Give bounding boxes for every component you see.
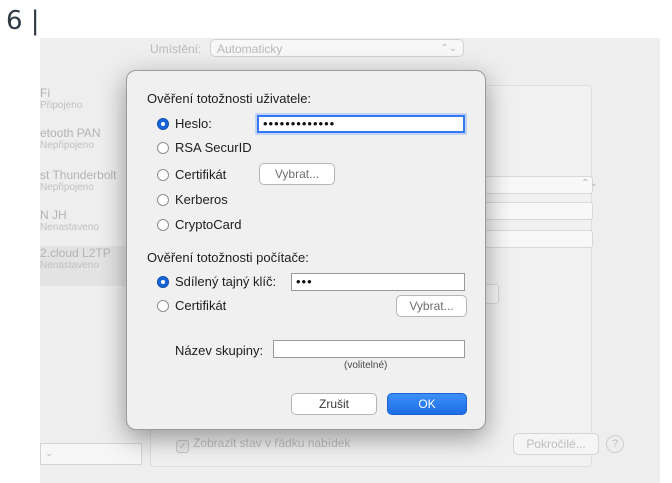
service-status: Nenastaveno — [40, 260, 99, 271]
machine-auth-title: Ověření totožnosti počítače: — [147, 250, 309, 265]
service-status: Nepřipojeno — [40, 182, 94, 193]
select-certificate-button-user[interactable]: Vybrat... — [259, 163, 335, 185]
service-item[interactable]: etooth PAN Nepřipojeno — [40, 126, 140, 151]
step-number: 6 | — [6, 6, 40, 36]
cancel-button[interactable]: Zrušit — [291, 393, 377, 415]
radio-icon — [157, 300, 169, 312]
service-item-selected[interactable]: 2.cloud L2TP Nenastaveno — [40, 246, 140, 286]
radio-label: Heslo: — [175, 116, 212, 131]
service-item[interactable]: Fi Připojeno — [40, 86, 140, 111]
select-certificate-button-machine[interactable]: Vybrat... — [396, 295, 467, 317]
optional-hint: (volitelné) — [344, 360, 388, 371]
radio-certificate-machine[interactable]: Certifikát — [157, 298, 226, 314]
chevron-down-icon: ⌄ — [45, 448, 54, 459]
radio-cryptocard[interactable]: CryptoCard — [157, 217, 241, 233]
radio-icon — [157, 219, 169, 231]
service-status: Nenastaveno — [40, 222, 99, 233]
service-name: etooth PAN — [40, 126, 101, 140]
radio-label: CryptoCard — [175, 217, 242, 232]
service-status: Připojeno — [40, 100, 83, 111]
group-name-label: Název skupiny: — [175, 343, 264, 358]
service-name: st Thunderbolt — [40, 168, 117, 182]
chevron-updown-icon: ⌃⌄ — [581, 178, 598, 189]
radio-label: Certifikát — [175, 298, 227, 313]
radio-selected-icon — [157, 276, 169, 288]
password-input[interactable]: ••••••••••••• — [257, 115, 465, 133]
radio-password[interactable]: Heslo: — [157, 116, 212, 132]
service-name: Fi — [40, 86, 50, 100]
chevron-updown-icon: ⌃⌄ — [440, 43, 457, 54]
advanced-button[interactable]: Pokročilé... — [513, 433, 599, 455]
location-value: Automaticky — [217, 42, 283, 56]
radio-label: RSA SecurID — [175, 140, 252, 155]
radio-rsa-securid[interactable]: RSA SecurID — [157, 140, 252, 156]
radio-kerberos[interactable]: Kerberos — [157, 192, 228, 208]
radio-certificate-user[interactable]: Certifikát — [157, 167, 226, 183]
radio-label: Certifikát — [175, 167, 227, 182]
service-item[interactable]: st Thunderbolt Nepřipojeno — [40, 168, 140, 193]
bottom-left-control[interactable]: ⌄ — [40, 443, 142, 465]
location-select[interactable]: Automaticky ⌃⌄ — [210, 39, 464, 57]
service-status: Nepřipojeno — [40, 140, 94, 151]
user-auth-title: Ověření totožnosti uživatele: — [147, 91, 312, 106]
group-name-input[interactable] — [273, 340, 465, 358]
service-name: N JH — [40, 208, 67, 222]
checkmark-icon: ✓ — [176, 440, 189, 453]
radio-icon — [157, 194, 169, 206]
radio-icon — [157, 169, 169, 181]
service-item[interactable]: N JH Nenastaveno — [40, 208, 140, 233]
service-name: 2.cloud L2TP — [40, 246, 111, 260]
show-status-label: Zobrazit stav v řádku nabídek — [193, 436, 351, 450]
radio-icon — [157, 142, 169, 154]
help-button[interactable]: ? — [606, 435, 624, 453]
radio-selected-icon — [157, 118, 169, 130]
show-status-checkbox[interactable]: ✓ Zobrazit stav v řádku nabídek — [176, 436, 350, 453]
radio-label: Sdílený tajný klíč: — [175, 274, 277, 289]
authentication-settings-dialog: Ověření totožnosti uživatele: Heslo: •••… — [126, 70, 486, 430]
radio-shared-secret[interactable]: Sdílený tajný klíč: — [157, 274, 276, 290]
ok-button[interactable]: OK — [387, 393, 467, 415]
service-list: Fi Připojeno etooth PAN Nepřipojeno st T… — [40, 86, 140, 328]
location-label: Umístění: — [150, 42, 202, 56]
shared-secret-input[interactable]: ••• — [291, 273, 465, 291]
radio-label: Kerberos — [175, 192, 228, 207]
